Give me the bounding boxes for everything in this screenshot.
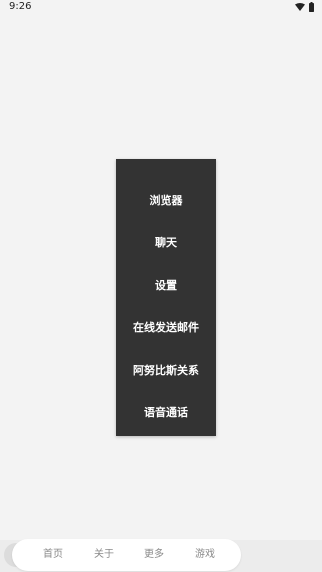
menu-item-label: 浏览器 (149, 194, 183, 207)
menu-item-browser[interactable]: 浏览器 (116, 185, 216, 215)
nav-item-games[interactable]: 游戏 (195, 545, 215, 565)
menu-item-send-email[interactable]: 在线发送邮件 (116, 312, 216, 342)
menu-item-label: 阿努比斯关系 (133, 364, 199, 377)
status-time: 9:26 (9, 1, 32, 12)
menu-item-label: 语音通话 (144, 406, 188, 419)
menu-item-label: 设置 (155, 279, 177, 292)
status-icons (295, 2, 314, 12)
nav-item-more[interactable]: 更多 (144, 545, 164, 565)
menu-item-voice-call[interactable]: 语音通话 (116, 397, 216, 427)
nav-item-about[interactable]: 关于 (94, 545, 114, 565)
menu-item-label: 在线发送邮件 (133, 321, 199, 334)
menu-item-settings[interactable]: 设置 (116, 270, 216, 300)
menu-item-chat[interactable]: 聊天 (116, 227, 216, 257)
wifi-icon (295, 3, 305, 11)
nav-item-home[interactable]: 首页 (43, 545, 63, 565)
menu-item-anubis-relation[interactable]: 阿努比斯关系 (116, 355, 216, 385)
battery-icon (309, 2, 314, 12)
menu-item-label: 聊天 (155, 236, 177, 249)
popup-menu: 浏览器 聊天 设置 在线发送邮件 阿努比斯关系 语音通话 (116, 159, 216, 436)
status-bar: 9:26 (0, 0, 322, 14)
